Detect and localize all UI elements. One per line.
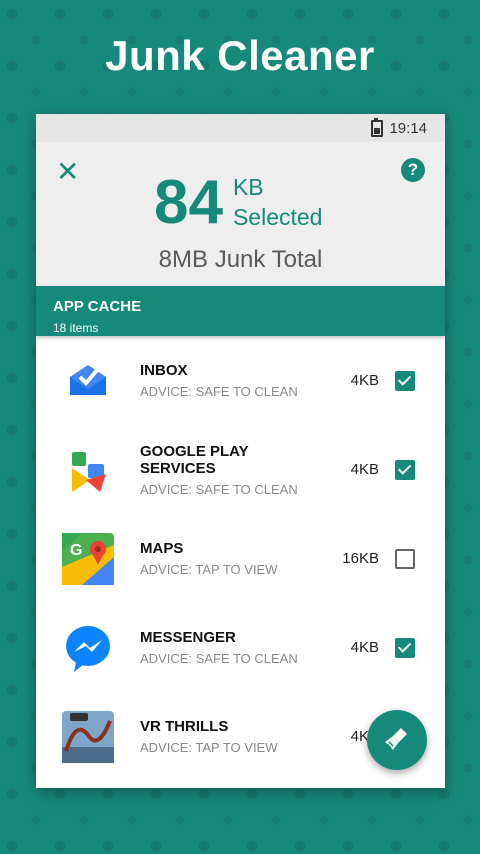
selected-unit: KB — [232, 174, 264, 200]
battery-icon — [371, 117, 384, 137]
broom-icon — [383, 724, 411, 757]
maps-icon: G — [62, 532, 114, 585]
item-name: GOOGLE PLAY SERVICES — [140, 442, 249, 477]
section-count: 18 items — [53, 321, 99, 335]
selected-size: 84 KB Selected — [154, 172, 322, 234]
item-checkbox[interactable] — [395, 637, 415, 658]
junk-total: 8MB Junk Total — [158, 246, 323, 273]
vr-thrills-icon — [62, 710, 114, 763]
item-size: 16KB — [342, 550, 379, 567]
item-checkbox[interactable] — [395, 459, 415, 480]
messenger-icon — [62, 622, 114, 674]
item-name: INBOX — [140, 362, 188, 379]
item-size: 4KB — [350, 639, 379, 656]
section-header-app-cache: APP CACHE 18 items — [36, 286, 445, 336]
google-play-services-icon — [62, 444, 114, 496]
item-name: MESSENGER — [140, 629, 236, 646]
phone-screen: 19:14 ✕ ? 84 KB Selected 8MB Junk Total … — [36, 114, 445, 788]
item-name: MAPS — [140, 540, 184, 557]
list-item[interactable]: INBOX ADVICE: SAFE TO CLEAN 4KB — [36, 336, 445, 425]
status-time: 19:14 — [389, 119, 427, 137]
close-icon[interactable]: ✕ — [56, 158, 79, 186]
item-checkbox[interactable] — [395, 548, 415, 569]
list-item[interactable]: MESSENGER ADVICE: SAFE TO CLEAN 4KB — [36, 603, 445, 692]
clean-button[interactable] — [367, 710, 427, 770]
item-size: 4KB — [350, 372, 379, 389]
item-advice: ADVICE: TAP TO VIEW — [140, 562, 278, 577]
item-advice: ADVICE: SAFE TO CLEAN — [140, 651, 298, 666]
item-size: 4KB — [350, 461, 379, 478]
summary-header: ✕ ? 84 KB Selected 8MB Junk Total — [36, 142, 445, 286]
item-advice: ADVICE: SAFE TO CLEAN — [140, 481, 298, 497]
item-name: VR THRILLS — [140, 718, 229, 735]
selected-value: 84 — [154, 168, 223, 237]
section-title: APP CACHE — [53, 298, 142, 315]
promo-title: Junk Cleaner — [105, 32, 375, 79]
status-bar: 19:14 — [36, 114, 445, 142]
item-checkbox[interactable] — [395, 370, 415, 391]
item-advice: ADVICE: TAP TO VIEW — [140, 740, 278, 755]
inbox-icon — [62, 355, 114, 407]
selected-label: Selected — [232, 204, 323, 230]
list-item[interactable]: G MAPS ADVICE: TAP TO VIEW 16KB — [36, 514, 445, 603]
help-icon[interactable]: ? — [401, 158, 425, 182]
list-item[interactable]: GOOGLE PLAY SERVICES ADVICE: SAFE TO CLE… — [36, 425, 445, 514]
svg-text:G: G — [70, 542, 82, 559]
item-advice: ADVICE: SAFE TO CLEAN — [140, 384, 298, 399]
